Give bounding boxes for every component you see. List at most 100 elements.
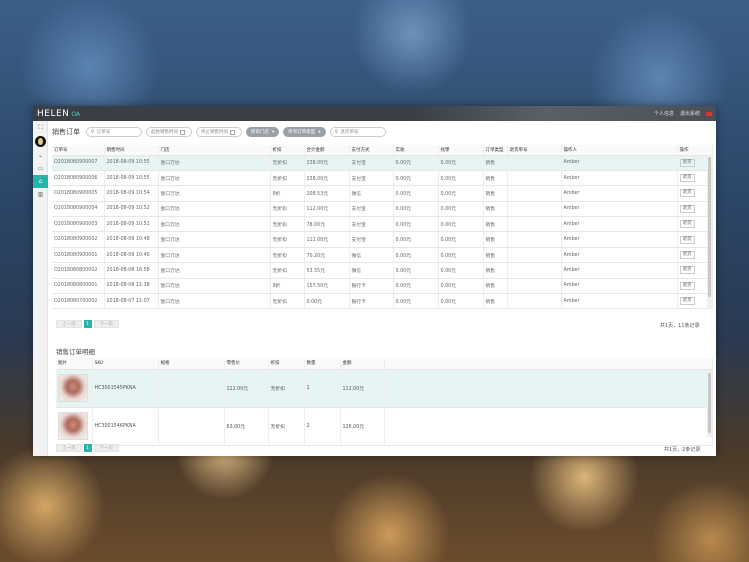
flag-icon[interactable] [706,111,712,116]
details-page-1[interactable]: 1 [83,444,92,452]
orders-next-button[interactable]: 下一页 [93,320,119,328]
table-cell: 2018-08-07 11:07 [104,293,159,310]
table-row[interactable]: HC3001545PKNA 112.00元 无折扣 1 112.00元 [56,369,713,408]
table-row[interactable]: O2018080900003 2018-08-09 10:51 壹口万达 无折扣 78.… [52,216,713,233]
table-cell: 销售 [483,216,508,233]
orders-prev-button[interactable]: 上一页 [56,320,82,328]
table-row[interactable]: O2018080900007 2018-08-09 10:55 壹口万达 无折扣 238… [52,155,713,171]
table-cell: 销售 [483,170,508,187]
sidebar-expand[interactable]: ⛶ [33,121,48,134]
title-actions: 个人信息 退出系统 [654,110,712,117]
sidebar-item-home[interactable]: ⌂ [33,175,48,188]
orders-column-header: 操作 [677,145,713,156]
return-button[interactable]: 退货 [679,266,695,275]
table-cell: Amber [561,247,678,264]
table-cell: Amber [561,278,678,295]
table-row[interactable]: O2018080800002 2018-08-08 16:58 壹口万达 无折扣 53.… [52,262,713,279]
orders-table: 订单号 销售时间 门店 折扣 合计金额 支付方式 实收 找零 订单类型 退货单号 操作人 操作 O20… [52,145,713,310]
details-column-header: 图片 [56,358,93,370]
table-row[interactable]: O2018080900006 2018-08-09 10:55 壹口万达 无折扣 238… [52,170,713,187]
table-cell: 支付宝 [349,216,394,233]
table-cell [507,262,562,279]
orders-column-header: 合计金额 [304,145,350,156]
orders-scroll-thumb[interactable] [708,157,711,297]
table-cell-filler [384,407,713,446]
table-row[interactable]: O2018080700002 2018-08-07 11:07 壹口万达 无折扣 0.0… [52,293,713,310]
sidebar-item-card[interactable]: ▭ [33,162,48,175]
table-cell: 9折 [270,278,305,295]
details-column-header: 折扣 [268,358,305,370]
logout-link[interactable]: 退出系统 [680,110,700,117]
orders-column-header: 门店 [158,145,271,156]
order-type-select[interactable]: 所有订单类型 ▾ [283,127,326,137]
table-cell: 支付宝 [349,170,394,187]
table-cell: 销售 [483,231,508,248]
table-cell: 无折扣 [270,155,305,171]
table-row[interactable]: O2018080900005 2018-08-09 10:54 壹口万达 9折 208.… [52,185,713,202]
table-cell: 208.53元 [304,185,350,202]
table-cell [507,247,562,264]
table-row[interactable]: HC3001546PKNA 63.00元 无折扣 2 126.00元 [56,407,713,446]
return-button[interactable]: 退货 [679,174,695,183]
table-cell: 壹口万达 [158,278,271,295]
table-cell: 银行卡 [349,293,394,310]
table-cell: 126.00元 [340,407,385,446]
return-button[interactable]: 退货 [679,235,695,244]
card-icon: ▭ [37,165,44,172]
order-no-placeholder: 订单号 [96,130,111,135]
return-button[interactable]: 退货 [679,281,695,290]
table-cell: 银行卡 [349,278,394,295]
table-cell: 2018-08-09 10:55 [104,155,159,171]
profile-link[interactable]: 个人信息 [654,110,674,117]
avatar[interactable] [34,136,46,147]
start-time-input[interactable]: 起始销售时间 [146,127,192,137]
orders-column-header: 找零 [438,145,484,156]
table-cell: 2018-08-09 10:48 [104,231,159,248]
table-cell: 112.00元 [340,369,385,408]
table-cell: 112.00元 [304,201,350,218]
sidebar-item-chart[interactable]: ▥ [33,188,48,201]
details-prev-button[interactable]: 上一页 [56,444,82,452]
details-scroll-thumb[interactable] [708,373,711,433]
table-cell: 壹口万达 [158,155,271,171]
table-cell: 0.00元 [393,262,439,279]
table-cell: Amber [561,170,678,187]
table-cell: O2018080900002 [52,231,105,248]
orders-column-header: 操作人 [561,145,678,156]
return-button[interactable]: 退货 [679,220,695,229]
calendar-icon [230,129,235,135]
calendar-icon [180,129,185,135]
table-cell: 微信 [349,247,394,264]
orders-scrollbar[interactable] [707,155,712,309]
return-no-input[interactable]: ⚲ 退货单号 [329,127,386,137]
table-cell: 0.00元 [438,170,484,187]
table-cell [507,293,562,310]
return-button[interactable]: 退货 [679,189,695,198]
store-select[interactable]: 所有门店 ▾ [246,127,280,137]
expand-icon: ⛶ [38,123,43,131]
table-cell: 0.00元 [393,247,439,264]
table-cell: 1 [304,369,341,408]
table-row[interactable]: O2018080800001 2018-08-08 11:38 壹口万达 9折 157.… [52,278,713,295]
table-row[interactable]: O2018080900001 2018-08-09 10:46 壹口万达 无折扣 70.… [52,247,713,264]
table-cell: 壹口万达 [158,201,271,218]
details-next-button[interactable]: 下一页 [93,444,119,452]
table-cell: 9折 [270,185,305,202]
orders-page-1[interactable]: 1 [83,320,92,328]
details-scrollbar[interactable] [707,371,712,437]
return-button[interactable]: 退货 [679,204,695,213]
return-button[interactable]: 退货 [679,251,695,260]
table-cell: 壹口万达 [158,231,271,248]
main-content: 销售订单 ⚲ 订单号 起始销售时间 终止销售时间 所有门店 ▾ 所有订单类型 ▾ [48,121,716,456]
end-time-input[interactable]: 终止销售时间 [196,127,242,137]
table-cell: 支付宝 [349,155,394,171]
table-row[interactable]: O2018080900004 2018-08-09 10:52 壹口万达 无折扣 112… [52,201,713,218]
return-button[interactable]: 退货 [679,158,695,167]
order-no-input[interactable]: ⚲ 订单号 [86,127,142,137]
table-cell: 微信 [349,185,394,202]
table-cell: 壹口万达 [158,170,271,187]
sidebar-collapse[interactable]: ⌄ [33,149,48,162]
table-cell: 2018-08-09 10:55 [104,170,159,187]
return-button[interactable]: 退货 [679,297,695,306]
table-row[interactable]: O2018080900002 2018-08-09 10:48 壹口万达 无折扣 112… [52,231,713,248]
